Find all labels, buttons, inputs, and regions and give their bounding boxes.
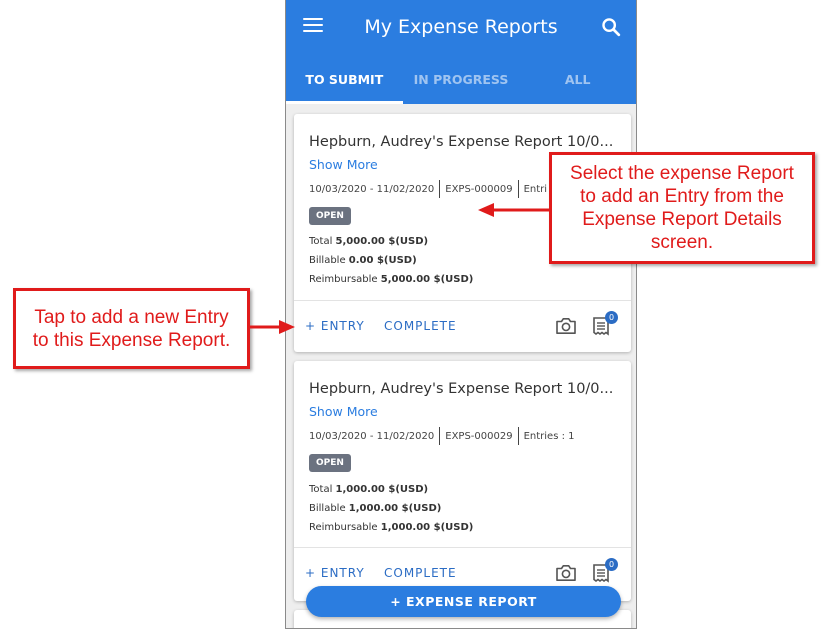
callout-add-entry: Tap to add a new Entry to this Expense R… <box>13 288 250 369</box>
total-value: 5,000.00 $(USD) <box>335 236 429 247</box>
card-divider <box>294 547 631 548</box>
receipt-count-badge: 0 <box>605 311 618 324</box>
receipt-count-badge: 0 <box>605 558 618 571</box>
expense-report-card[interactable]: Hepburn, Audrey's Expense Report 10/0...… <box>294 361 631 601</box>
entries-count: Entri <box>523 183 548 195</box>
add-expense-report-button[interactable]: + EXPENSE REPORT <box>306 586 621 617</box>
complete-button[interactable]: COMPLETE <box>384 566 457 580</box>
add-entry-button[interactable]: + ENTRY <box>305 319 365 333</box>
card-divider <box>294 300 631 301</box>
tab-to-submit[interactable]: TO SUBMIT <box>286 60 403 104</box>
camera-icon[interactable] <box>555 564 577 582</box>
total-row: Total 1,000.00 $(USD) <box>309 484 429 495</box>
billable-row: Billable 1,000.00 $(USD) <box>309 503 442 514</box>
report-id: EXPS-000009 <box>445 183 513 195</box>
phone-screen: My Expense Reports TO SUBMIT IN PROGRESS… <box>285 0 637 629</box>
entries-count: Entries : 1 <box>523 430 575 442</box>
add-entry-button[interactable]: + ENTRY <box>305 566 365 580</box>
reimbursable-value: 1,000.00 $(USD) <box>380 522 474 533</box>
report-id: EXPS-000029 <box>445 430 513 442</box>
callout-arrow-right <box>478 203 550 217</box>
reimbursable-row: Reimbursable 1,000.00 $(USD) <box>309 522 474 533</box>
show-more-link[interactable]: Show More <box>309 157 378 172</box>
camera-icon[interactable] <box>555 317 577 335</box>
report-title[interactable]: Hepburn, Audrey's Expense Report 10/0... <box>309 134 619 150</box>
billable-row: Billable 0.00 $(USD) <box>309 255 417 266</box>
callout-arrow-left <box>249 320 295 334</box>
page-title: My Expense Reports <box>364 16 558 38</box>
date-range: 10/03/2020 - 11/02/2020 <box>309 183 435 195</box>
tab-bar: TO SUBMIT IN PROGRESS ALL <box>286 60 636 104</box>
report-meta: 10/03/2020 - 11/02/2020 EXPS-000009 Entr… <box>309 180 547 198</box>
callout-select-report: Select the expense Report to add an Entr… <box>549 152 815 264</box>
app-bar: My Expense Reports TO SUBMIT IN PROGRESS… <box>286 0 636 104</box>
complete-button[interactable]: COMPLETE <box>384 319 457 333</box>
tab-in-progress[interactable]: IN PROGRESS <box>403 60 520 104</box>
total-value: 1,000.00 $(USD) <box>335 484 429 495</box>
status-badge: OPEN <box>309 207 351 225</box>
show-more-link[interactable]: Show More <box>309 404 378 419</box>
reimbursable-value: 5,000.00 $(USD) <box>380 274 474 285</box>
status-badge: OPEN <box>309 454 351 472</box>
billable-value: 1,000.00 $(USD) <box>348 503 442 514</box>
date-range: 10/03/2020 - 11/02/2020 <box>309 430 435 442</box>
report-title[interactable]: Hepburn, Audrey's Expense Report 10/0... <box>309 381 619 397</box>
search-icon[interactable] <box>600 16 622 38</box>
billable-value: 0.00 $(USD) <box>348 255 417 266</box>
total-row: Total 5,000.00 $(USD) <box>309 236 429 247</box>
tab-all[interactable]: ALL <box>519 60 636 104</box>
report-meta: 10/03/2020 - 11/02/2020 EXPS-000029 Entr… <box>309 427 575 445</box>
reimbursable-row: Reimbursable 5,000.00 $(USD) <box>309 274 474 285</box>
